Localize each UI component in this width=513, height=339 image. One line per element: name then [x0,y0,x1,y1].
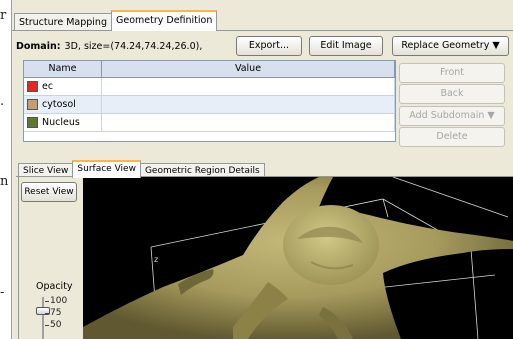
geometry-panel: Structure Mapping Geometry Definition Do… [11,0,513,339]
reset-view-button[interactable]: Reset View [21,182,77,202]
subdomain-name: cytosol [42,99,76,110]
add-subdomain-button[interactable]: Add Subdomain ▼ [399,106,505,126]
tab-geometry-definition[interactable]: Geometry Definition [110,10,218,31]
subdomain-name: Nucleus [42,117,80,128]
tab-structure-mapping[interactable]: Structure Mapping [14,13,112,31]
subdomain-table: Name Value ec cytosol Nucleus [23,60,396,142]
cell-surface [83,177,513,339]
name-cell[interactable]: cytosol [24,96,102,113]
opacity-tick-label: 50 [44,320,62,330]
opacity-tick-label: 100 [44,296,68,306]
edge-text-fragment: - [0,285,5,300]
table-row[interactable]: Nucleus [24,114,395,132]
subdomain-name: ec [42,81,54,92]
table-row[interactable]: ec [24,78,395,96]
color-swatch [27,99,38,110]
nucleus-surface [283,205,379,285]
opacity-slider-track[interactable] [42,297,44,339]
surface-3d-viewport[interactable]: z [83,177,513,339]
edge-text-fragment: . [0,94,5,109]
view-tab-strip: Slice View Surface View Geometric Region… [18,159,265,178]
export-button[interactable]: Export... [236,36,302,56]
surface-render: z [83,177,513,339]
name-cell[interactable]: Nucleus [24,114,102,131]
domain-size-value: 3D, size=(74.24,74.24,26.0), [64,40,203,52]
replace-geometry-button[interactable]: Replace Geometry ▼ [392,36,509,56]
column-header-name[interactable]: Name [24,61,102,77]
color-swatch [27,81,38,92]
value-cell[interactable] [102,96,395,113]
color-swatch [27,117,38,128]
domain-info: Domain: 3D, size=(74.24,74.24,26.0), [16,36,202,56]
opacity-label: Opacity [36,281,73,292]
domain-label: Domain: [16,40,61,52]
value-cell[interactable] [102,114,395,131]
name-cell[interactable]: ec [24,78,102,95]
value-cell[interactable] [102,78,395,95]
edge-text-fragment: r [0,8,7,23]
front-button[interactable]: Front [399,63,505,83]
table-header: Name Value [24,61,395,78]
tab-divider [12,30,513,31]
column-header-value[interactable]: Value [102,61,395,77]
edit-image-button[interactable]: Edit Image [309,36,383,56]
axis-label-z: z [154,255,158,264]
edge-text-fragment: n [0,174,9,189]
main-tab-strip: Structure Mapping Geometry Definition [14,10,218,31]
table-row[interactable]: cytosol [24,96,395,114]
opacity-tick-label: 75 [44,308,62,318]
delete-button[interactable]: Delete [399,127,505,147]
back-button[interactable]: Back [399,84,505,104]
tab-surface-view[interactable]: Surface View [72,160,141,178]
